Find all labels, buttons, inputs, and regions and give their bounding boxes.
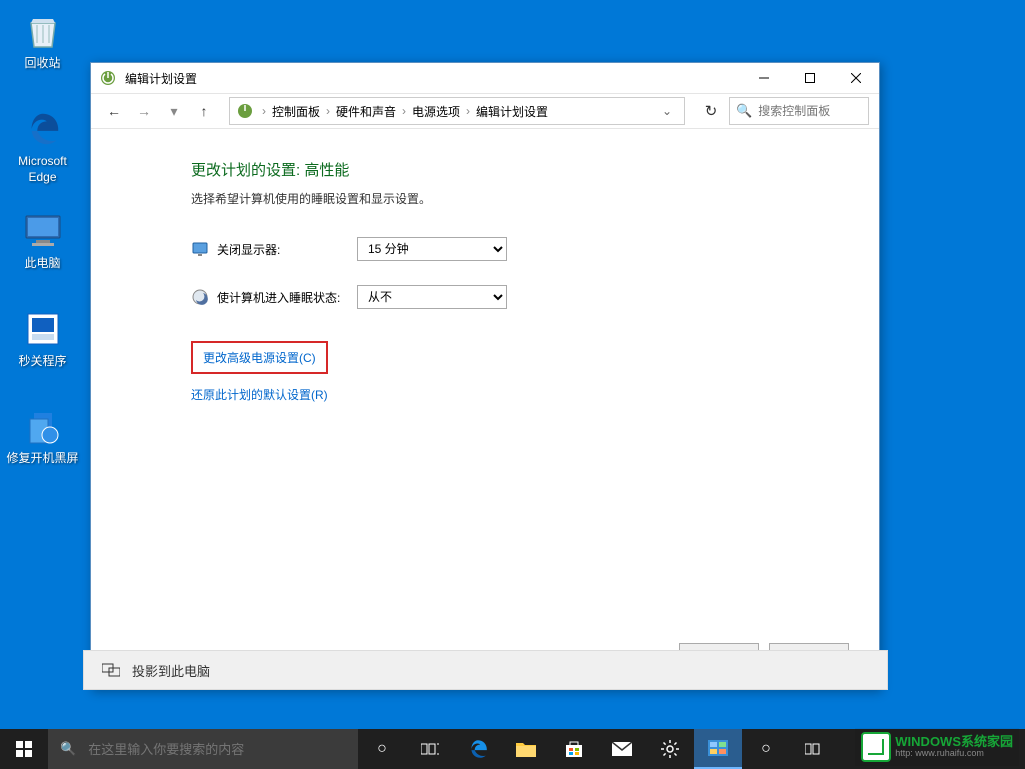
program-icon xyxy=(22,308,64,350)
desktop-icon-sec-shutdown[interactable]: 秒关程序 xyxy=(5,308,80,370)
maximize-button[interactable] xyxy=(787,63,833,93)
sleep-select[interactable]: 从不 xyxy=(357,285,507,309)
control-panel-window: 编辑计划设置 ← → ▾ ↑ › 控制面板 › 硬件和声音 › 电源 xyxy=(90,62,880,690)
watermark-icon xyxy=(861,732,891,762)
desktop-icon-edge[interactable]: Microsoft Edge xyxy=(5,108,80,185)
start-button[interactable] xyxy=(0,729,48,769)
window-title: 编辑计划设置 xyxy=(125,70,741,87)
project-label: 投影到此电脑 xyxy=(132,661,210,680)
setting-label: 关闭显示器: xyxy=(217,241,357,258)
watermark-brand: WINDOWS系统家园 xyxy=(895,735,1013,749)
project-strip[interactable]: 投影到此电脑 xyxy=(83,650,888,690)
breadcrumb-item[interactable]: 硬件和声音 xyxy=(332,103,400,120)
recent-dropdown[interactable]: ▾ xyxy=(161,98,187,124)
this-pc-icon xyxy=(22,210,64,252)
breadcrumb[interactable]: › 控制面板 › 硬件和声音 › 电源选项 › 编辑计划设置 ⌄ xyxy=(229,97,685,125)
breadcrumb-dropdown[interactable]: ⌄ xyxy=(656,104,678,118)
taskbar-explorer[interactable] xyxy=(502,729,550,769)
setting-row-sleep: 使计算机进入睡眠状态: 从不 xyxy=(191,285,849,309)
desktop-icon-label: 修复开机黑屏 xyxy=(5,451,80,467)
edge-icon xyxy=(22,108,64,150)
advanced-power-settings-link[interactable]: 更改高级电源设置(C) xyxy=(191,341,328,374)
chevron-right-icon: › xyxy=(400,104,408,118)
setting-row-display: 关闭显示器: 15 分钟 xyxy=(191,237,849,261)
refresh-button[interactable]: ↻ xyxy=(697,97,725,125)
up-button[interactable]: ↑ xyxy=(191,98,217,124)
power-options-icon xyxy=(236,102,254,120)
taskbar-task-view-2[interactable] xyxy=(790,729,838,769)
power-options-icon xyxy=(99,69,117,87)
desktop-icon-label: 秒关程序 xyxy=(5,354,80,370)
desktop-icon-label: 此电脑 xyxy=(5,256,80,272)
restore-defaults-link[interactable]: 还原此计划的默认设置(R) xyxy=(191,386,849,403)
taskbar-edge[interactable] xyxy=(454,729,502,769)
fix-icon xyxy=(22,405,64,447)
search-icon: 🔍 xyxy=(736,103,752,119)
cortana-button[interactable]: ○ xyxy=(358,729,406,769)
taskbar-store[interactable] xyxy=(550,729,598,769)
back-button[interactable]: ← xyxy=(101,98,127,124)
close-button[interactable] xyxy=(833,63,879,93)
desktop-icon-fix-boot[interactable]: 修复开机黑屏 xyxy=(5,405,80,467)
taskbar-control-panel[interactable] xyxy=(694,729,742,769)
forward-button[interactable]: → xyxy=(131,98,157,124)
taskbar-search[interactable]: 🔍 xyxy=(48,729,358,769)
nav-row: ← → ▾ ↑ › 控制面板 › 硬件和声音 › 电源选项 › 编辑计划设置 ⌄… xyxy=(91,93,879,129)
chevron-right-icon: › xyxy=(464,104,472,118)
breadcrumb-item[interactable]: 编辑计划设置 xyxy=(472,103,552,120)
watermark-url: http: www.ruhaifu.com xyxy=(895,749,1013,759)
desktop-icon-label: 回收站 xyxy=(5,56,80,72)
titlebar: 编辑计划设置 xyxy=(91,63,879,93)
desktop-icon-this-pc[interactable]: 此电脑 xyxy=(5,210,80,272)
search-icon: 🔍 xyxy=(60,741,76,757)
setting-label: 使计算机进入睡眠状态: xyxy=(217,289,357,306)
search-box[interactable]: 🔍 xyxy=(729,97,869,125)
breadcrumb-item[interactable]: 控制面板 xyxy=(268,103,324,120)
taskbar-search-input[interactable] xyxy=(88,742,346,757)
sleep-icon xyxy=(191,288,209,306)
page-heading: 更改计划的设置: 高性能 xyxy=(191,159,849,180)
taskbar-mail[interactable] xyxy=(598,729,646,769)
breadcrumb-item[interactable]: 电源选项 xyxy=(408,103,464,120)
desktop-icon-recycle-bin[interactable]: 回收站 xyxy=(5,10,80,72)
display-off-select[interactable]: 15 分钟 xyxy=(357,237,507,261)
content-area: 更改计划的设置: 高性能 选择希望计算机使用的睡眠设置和显示设置。 关闭显示器:… xyxy=(91,129,879,643)
project-icon xyxy=(102,663,120,677)
task-view-button[interactable] xyxy=(406,729,454,769)
search-input[interactable] xyxy=(758,104,862,118)
minimize-button[interactable] xyxy=(741,63,787,93)
watermark: WINDOWS系统家园 http: www.ruhaifu.com xyxy=(855,728,1019,766)
taskbar-cortana-2[interactable]: ○ xyxy=(742,729,790,769)
chevron-right-icon: › xyxy=(260,104,268,118)
chevron-right-icon: › xyxy=(324,104,332,118)
recycle-bin-icon xyxy=(22,10,64,52)
desktop-icon-label: Microsoft Edge xyxy=(5,154,80,185)
display-icon xyxy=(191,240,209,258)
page-subheading: 选择希望计算机使用的睡眠设置和显示设置。 xyxy=(191,190,849,207)
taskbar-settings[interactable] xyxy=(646,729,694,769)
